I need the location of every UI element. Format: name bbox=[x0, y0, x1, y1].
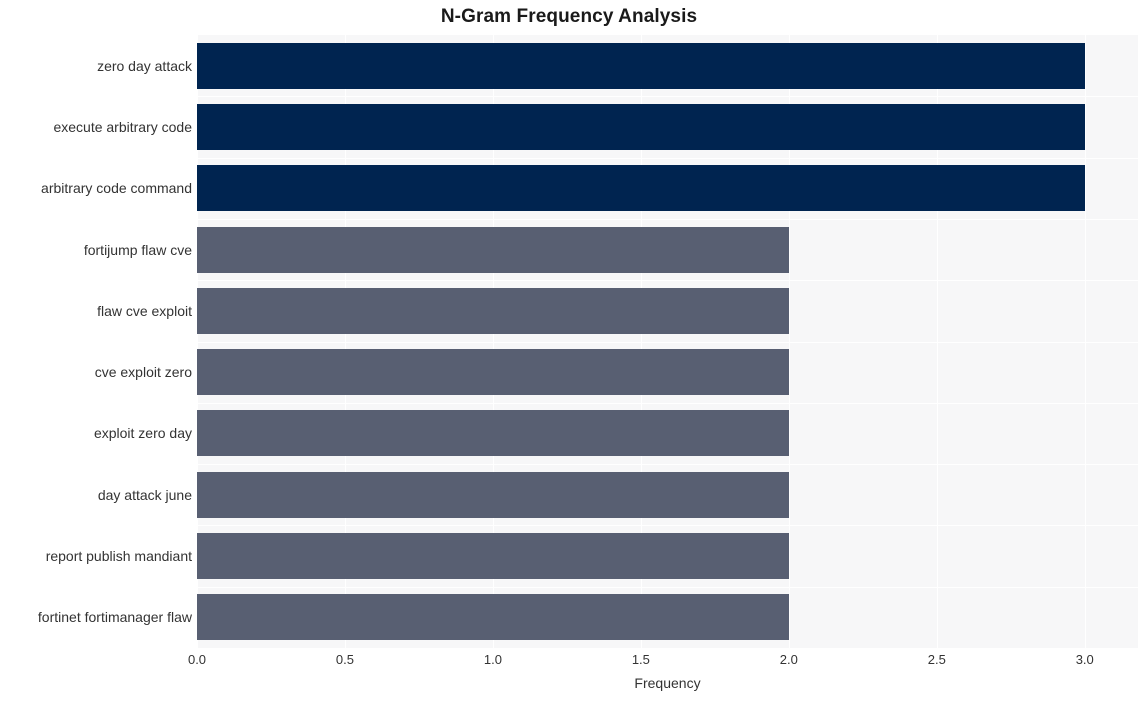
bar bbox=[197, 42, 1085, 89]
x-axis-tick-label: 2.0 bbox=[779, 652, 798, 667]
y-axis-tick-label: day attack june bbox=[97, 486, 192, 503]
y-axis-tick-label: zero day attack bbox=[97, 57, 192, 74]
bar bbox=[197, 594, 789, 641]
bar bbox=[197, 349, 789, 396]
x-axis-tick-label: 0.5 bbox=[335, 652, 354, 667]
x-axis-tick-label: 0.0 bbox=[187, 652, 207, 667]
bar bbox=[197, 226, 789, 273]
chart-figure: N-Gram Frequency Analysis zero day attac… bbox=[0, 0, 1138, 701]
x-axis-tick-label: 1.5 bbox=[631, 652, 650, 667]
y-axis-tick-label: flaw cve exploit bbox=[97, 302, 192, 319]
x-axis-title: Frequency bbox=[634, 675, 701, 691]
y-axis-tick-label: report publish mandiant bbox=[45, 548, 192, 565]
bar bbox=[197, 165, 1085, 212]
y-axis-tick-label: execute arbitrary code bbox=[53, 118, 192, 135]
y-axis-tick-label: exploit zero day bbox=[93, 425, 192, 442]
x-axis-tick-label: 1.0 bbox=[483, 652, 502, 667]
bar bbox=[197, 471, 789, 518]
y-axis-tick-label: fortijump flaw cve bbox=[83, 241, 192, 258]
y-axis-tick-label: arbitrary code command bbox=[41, 180, 192, 197]
bar-series bbox=[197, 35, 1138, 648]
x-axis-tick-label: 2.5 bbox=[927, 652, 946, 667]
bar bbox=[197, 103, 1085, 150]
bar bbox=[197, 410, 789, 457]
y-axis-tick-labels: zero day attack execute arbitrary code arb… bbox=[0, 35, 192, 648]
y-axis-tick-label: cve exploit zero bbox=[94, 364, 192, 381]
page-title: N-Gram Frequency Analysis bbox=[440, 6, 698, 27]
x-axis-tick-label: 3.0 bbox=[1075, 652, 1094, 667]
x-axis-tick-labels: 0.0 0.5 1.0 1.5 2.0 2.5 3.0 bbox=[0, 652, 1138, 672]
plot-area bbox=[197, 35, 1138, 648]
bar bbox=[197, 533, 789, 580]
y-axis-tick-label: fortinet fortimanager flaw bbox=[37, 609, 192, 626]
bar bbox=[197, 287, 789, 334]
